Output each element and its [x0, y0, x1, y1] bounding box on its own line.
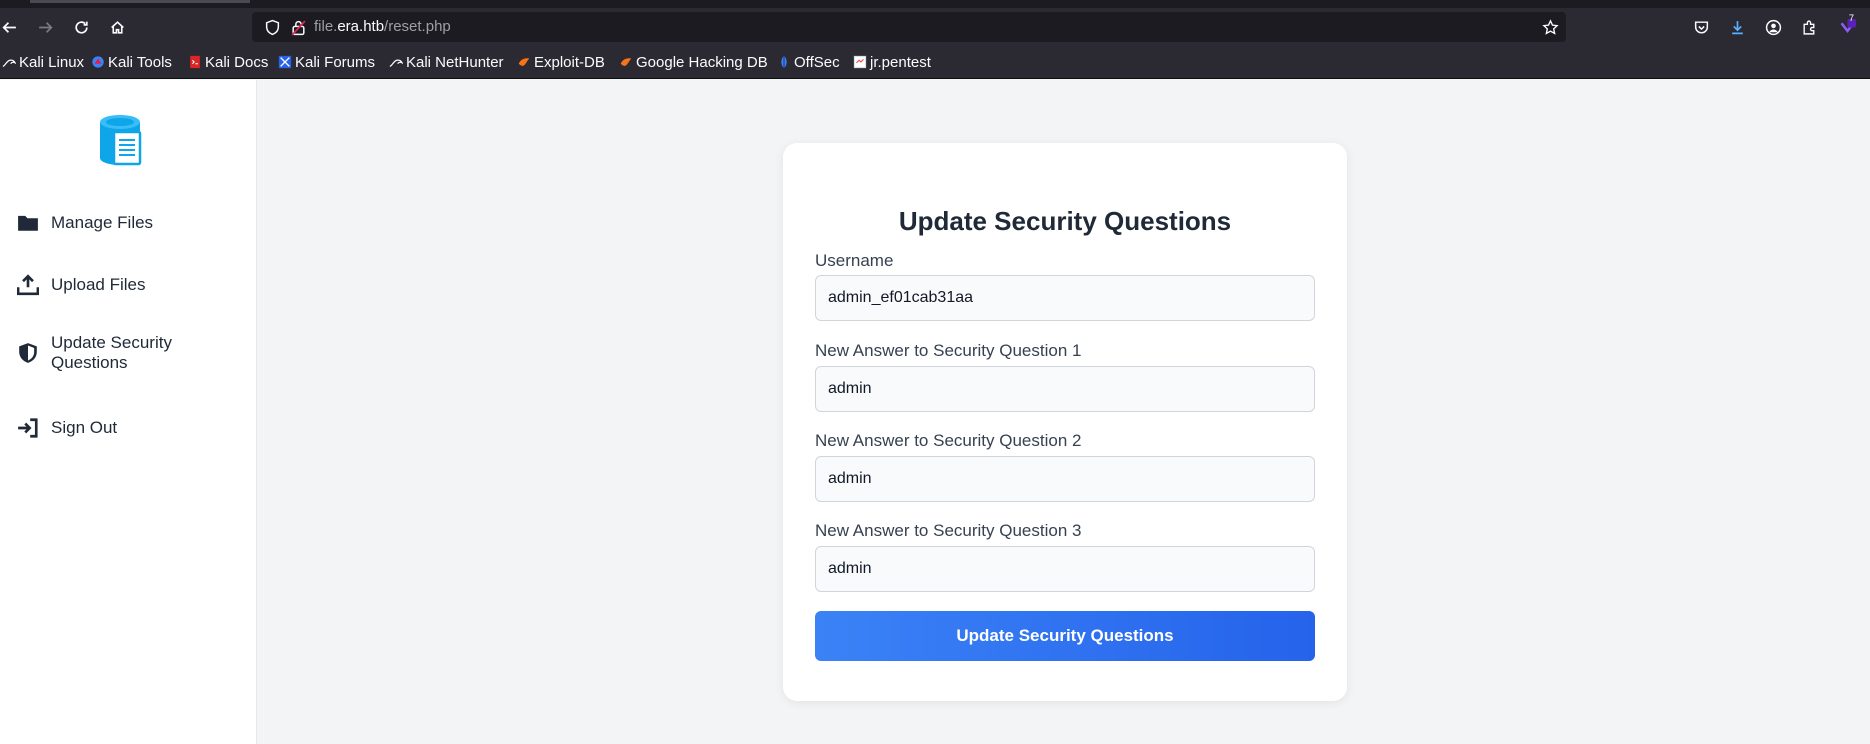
bookmark-label: Kali NetHunter — [406, 53, 504, 71]
update-security-questions-button[interactable]: Update Security Questions — [815, 611, 1315, 661]
bookmark-kali-forums[interactable]: Kali Forums — [278, 46, 375, 78]
q2-label: New Answer to Security Question 2 — [815, 431, 1082, 450]
url-host: era.htb — [337, 18, 385, 35]
bookmark-label: OffSec — [794, 53, 840, 71]
bookmark-label: Kali Forums — [295, 53, 376, 71]
bookmark-label: jr.pentest — [870, 53, 931, 71]
bookmark-star-icon[interactable] — [1540, 12, 1560, 42]
downloads-icon[interactable] — [1726, 8, 1748, 46]
q3-label: New Answer to Security Question 3 — [815, 521, 1082, 540]
sidebar-item-upload-files[interactable]: Upload Files — [0, 270, 256, 300]
bookmark-kali-docs[interactable]: Kali Docs — [188, 46, 268, 78]
bookmarks-bar: Kali Linux Kali Tools Kali Docs Kali For… — [0, 46, 1870, 79]
url-path: /reset.php — [384, 18, 451, 35]
browser-toolbar: file.era.htb/reset.php 7 — [0, 8, 1870, 46]
kali-docs-icon — [190, 55, 200, 69]
offsec-icon — [781, 55, 787, 69]
home-icon[interactable] — [106, 8, 128, 46]
account-icon[interactable] — [1762, 8, 1784, 46]
exploit-db-icon — [518, 58, 530, 66]
security-answer-2-field[interactable] — [815, 456, 1315, 502]
exploit-db-icon — [620, 58, 632, 66]
active-tab[interactable] — [30, 0, 250, 3]
extension-badge-icon[interactable]: 7 — [1834, 8, 1860, 46]
folder-icon — [16, 212, 40, 234]
sidebar-item-sign-out[interactable]: Sign Out — [0, 413, 256, 443]
pocket-icon[interactable] — [1690, 8, 1712, 46]
sidebar-item-update-security-questions[interactable]: Update Security Questions — [0, 331, 256, 375]
bookmark-offsec[interactable]: OffSec — [777, 46, 840, 78]
bookmark-label: Kali Docs — [205, 53, 269, 71]
sidebar-item-label: Update Security Questions — [51, 333, 172, 372]
bookmark-jr-pentest[interactable]: jr.pentest — [853, 46, 931, 78]
url-host-prefix: file. — [314, 18, 338, 35]
forward-arrow-icon[interactable] — [34, 8, 56, 46]
kali-forums-icon — [278, 55, 292, 69]
bookmark-kali-linux[interactable]: Kali Linux — [2, 46, 84, 78]
tracking-shield-icon[interactable] — [262, 12, 282, 42]
shield-icon — [16, 342, 40, 364]
extensions-puzzle-icon[interactable] — [1798, 8, 1820, 46]
reload-icon[interactable] — [70, 8, 92, 46]
q1-label: New Answer to Security Question 1 — [815, 341, 1082, 360]
tab-strip — [0, 0, 1870, 8]
kali-tools-icon — [92, 56, 104, 68]
security-questions-card: Update Security Questions Username New A… — [783, 143, 1347, 701]
sign-in-arrow-icon — [16, 417, 40, 439]
page-title: Update Security Questions — [898, 206, 1232, 236]
url-bar[interactable]: file.era.htb/reset.php — [252, 12, 1566, 42]
page-icon — [853, 55, 867, 69]
extension-badge-count: 7 — [1849, 13, 1855, 23]
sidebar-item-manage-files[interactable]: Manage Files — [0, 208, 256, 238]
bookmark-label: Google Hacking DB — [636, 53, 768, 71]
username-field[interactable] — [815, 275, 1315, 321]
file-database-logo-icon — [100, 115, 142, 166]
bookmark-label: Kali Linux — [19, 53, 85, 71]
back-arrow-icon[interactable] — [0, 8, 18, 46]
insecure-lock-icon[interactable] — [288, 12, 308, 42]
bookmark-google-hacking-db[interactable]: Google Hacking DB — [619, 46, 768, 78]
sidebar: Manage Files Upload Files Update Securit… — [0, 80, 257, 744]
url-text[interactable]: file.era.htb/reset.php — [314, 12, 451, 42]
bookmark-kali-tools[interactable]: Kali Tools — [91, 46, 172, 78]
sidebar-item-label: Upload Files — [51, 275, 146, 294]
kali-dragon-icon — [389, 59, 403, 67]
security-answer-1-field[interactable] — [815, 366, 1315, 412]
bookmark-label: Kali Tools — [108, 53, 172, 71]
bookmark-exploit-db[interactable]: Exploit-DB — [517, 46, 605, 78]
sidebar-item-label: Sign Out — [51, 418, 118, 437]
bookmark-label: Exploit-DB — [534, 53, 605, 71]
kali-dragon-icon — [2, 59, 16, 67]
sidebar-item-label: Manage Files — [51, 213, 154, 232]
username-label: Username — [815, 251, 894, 270]
security-answer-3-field[interactable] — [815, 546, 1315, 592]
upload-icon — [16, 274, 40, 296]
bookmark-kali-nethunter[interactable]: Kali NetHunter — [389, 46, 504, 78]
